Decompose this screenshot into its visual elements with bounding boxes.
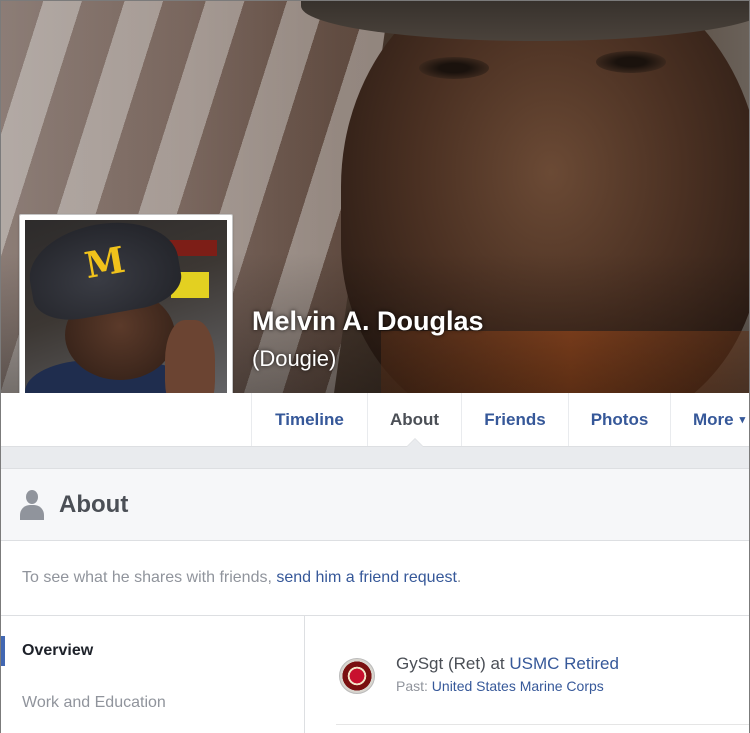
sidenav-item-work-education[interactable]: Work and Education bbox=[1, 688, 304, 718]
avatar-cap-letter: M bbox=[81, 238, 129, 288]
work-entry-past: Past: United States Marine Corps bbox=[396, 678, 604, 694]
about-body: Overview Work and Education GySgt (Ret) … bbox=[1, 616, 749, 733]
active-tab-notch-inner bbox=[406, 439, 423, 447]
work-role: GySgt (Ret) at bbox=[396, 654, 510, 673]
send-friend-request-link[interactable]: send him a friend request bbox=[276, 569, 457, 587]
tab-friends[interactable]: Friends bbox=[461, 393, 568, 446]
cover-eye-left bbox=[419, 57, 489, 79]
past-label: Past: bbox=[396, 678, 432, 694]
profile-name[interactable]: Melvin A. Douglas bbox=[252, 306, 484, 337]
about-sidenav: Overview Work and Education bbox=[1, 616, 305, 733]
tab-more[interactable]: More ▾ bbox=[670, 393, 749, 446]
tab-label: More bbox=[693, 409, 734, 429]
tab-label: Timeline bbox=[275, 409, 344, 429]
overview-content: GySgt (Ret) at USMC Retired Past: United… bbox=[306, 616, 749, 733]
tab-label: Friends bbox=[484, 409, 546, 429]
notice-text: To see what he shares with friends, bbox=[22, 569, 277, 586]
chevron-down-icon: ▾ bbox=[739, 414, 746, 426]
tab-about[interactable]: About bbox=[367, 393, 461, 447]
notice-suffix: . bbox=[456, 569, 462, 586]
about-header: About bbox=[1, 469, 749, 541]
about-title: About bbox=[59, 490, 129, 518]
about-card: About To see what he shares with friends… bbox=[1, 468, 749, 733]
tab-label: Photos bbox=[590, 409, 649, 429]
person-icon bbox=[19, 489, 45, 520]
entry-divider bbox=[336, 724, 749, 725]
work-entry-title: GySgt (Ret) at USMC Retired bbox=[396, 654, 619, 674]
cover-eye-right bbox=[596, 51, 666, 73]
tab-photos[interactable]: Photos bbox=[568, 393, 670, 446]
profile-nickname: (Dougie) bbox=[252, 346, 337, 371]
employer-link[interactable]: USMC Retired bbox=[509, 654, 619, 673]
profile-picture-image: M bbox=[25, 220, 227, 421]
sidenav-item-overview[interactable]: Overview bbox=[1, 636, 304, 666]
usmc-emblem-icon[interactable] bbox=[339, 658, 375, 694]
past-employer-link[interactable]: United States Marine Corps bbox=[432, 678, 604, 694]
tab-label: About bbox=[389, 409, 440, 429]
profile-tab-bar: Timeline About Friends Photos More ▾ bbox=[1, 393, 749, 447]
tab-timeline[interactable]: Timeline bbox=[251, 393, 367, 446]
sidenav-item-label: Overview bbox=[22, 642, 94, 659]
sidenav-item-label: Work and Education bbox=[22, 694, 166, 711]
friend-request-notice: To see what he shares with friends, send… bbox=[1, 541, 749, 616]
